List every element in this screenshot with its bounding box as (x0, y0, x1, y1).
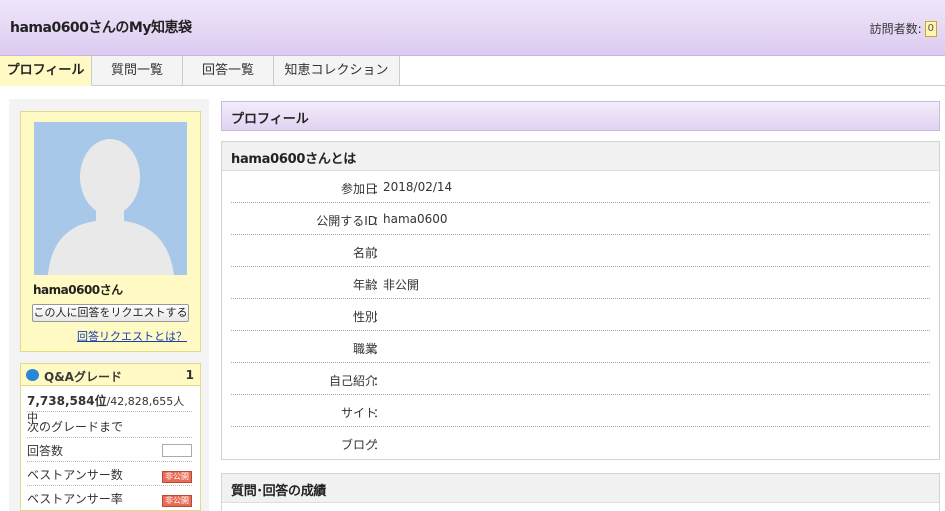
profile-row-name: 名前 ： (231, 235, 930, 267)
row-label: 自己紹介 (328, 374, 377, 388)
lock-badge: 非公開 (162, 471, 192, 483)
row-value: 非公開 (383, 278, 420, 292)
default-avatar-icon (48, 139, 174, 275)
row-label: ブログ (340, 438, 377, 452)
grade-title: Q&Aグレード (44, 370, 122, 384)
answer-count-box (162, 444, 192, 457)
row-value: 2018/02/14 (383, 180, 453, 194)
row-separator: ： (373, 374, 386, 388)
qa-grade-box: Q&Aグレード 1 7,738,584位/42,828,655人中 次のグレード… (20, 363, 201, 511)
sidebar: hama0600さん この人に回答をリクエストする 回答リクエストとは？ Q&A… (9, 99, 209, 511)
best-answer-rate-row: ベストアンサー率 非公開 (27, 490, 192, 510)
results-panel: 質問･回答の成績 (221, 473, 940, 511)
profile-row-public-id: 公開するID ： hama0600 (231, 203, 930, 235)
tab-collections[interactable]: 知恵コレクション (274, 56, 400, 86)
profile-card: hama0600さん この人に回答をリクエストする 回答リクエストとは？ (20, 111, 201, 352)
profile-row-blog: ブログ ： (231, 427, 930, 459)
row-label: サイト (340, 406, 377, 420)
row-separator: ： (373, 310, 386, 324)
profile-rows: 参加日 ： 2018/02/14 公開するID ： hama0600 名前 ： … (222, 171, 939, 459)
request-answer-button[interactable]: この人に回答をリクエストする (32, 304, 189, 322)
about-header: hama0600さんとは (222, 142, 939, 171)
lock-badge: 非公開 (162, 495, 192, 507)
profile-row-age: 年齢 ： 非公開 (231, 267, 930, 299)
row-value: hama0600 (383, 212, 448, 226)
section-title: プロフィール (231, 112, 309, 127)
results-title: 質問･回答の成績 (231, 484, 327, 499)
best-answer-rate-label: ベストアンサー率 (27, 492, 123, 506)
section-title-bar: プロフィール (221, 101, 940, 131)
about-panel: hama0600さんとは 参加日 ： 2018/02/14 公開するID ： h… (221, 141, 940, 460)
visitor-counter: 訪問者数: 0 (870, 20, 937, 37)
about-title: hama0600さんとは (231, 152, 356, 167)
tab-questions[interactable]: 質問一覧 (92, 56, 183, 86)
grade-header: Q&Aグレード 1 (21, 364, 200, 386)
next-grade-row: 次のグレードまで (27, 418, 192, 438)
visitor-count: 0 (924, 20, 937, 37)
grade-rank-row: 7,738,584位/42,828,655人中 (27, 392, 192, 424)
profile-row-bio: 自己紹介 ： (231, 363, 930, 395)
username: hama0600さん (33, 283, 123, 297)
grade-rank: 7,738,584位 (27, 394, 107, 408)
profile-row-gender: 性別 ： (231, 299, 930, 331)
visitor-label: 訪問者数: (869, 22, 922, 36)
row-separator: ： (373, 406, 386, 420)
row-separator: ： (373, 438, 386, 452)
avatar (34, 122, 187, 275)
tab-answers[interactable]: 回答一覧 (183, 56, 274, 86)
profile-row-join-date: 参加日 ： 2018/02/14 (231, 171, 930, 203)
page-title: hama0600さんのMy知恵袋 (10, 20, 192, 36)
grade-value: 1 (185, 368, 194, 382)
row-separator: ： (373, 342, 386, 356)
profile-row-site: サイト ： (231, 395, 930, 427)
next-grade-label: 次のグレードまで (27, 420, 124, 434)
page-header: hama0600さんのMy知恵袋 訪問者数: 0 (0, 0, 945, 56)
tab-bar: プロフィール 質問一覧 回答一覧 知恵コレクション (0, 56, 945, 86)
request-info-link[interactable]: 回答リクエストとは？ (77, 328, 187, 344)
best-answer-count-row: ベストアンサー数 非公開 (27, 466, 192, 486)
answer-count-row: 回答数 (27, 442, 192, 462)
results-header: 質問･回答の成績 (222, 474, 939, 503)
speech-bubble-icon (26, 369, 39, 381)
row-label: 参加日 (340, 182, 377, 196)
best-answer-count-label: ベストアンサー数 (27, 468, 123, 482)
row-separator: ： (373, 246, 386, 260)
tab-profile[interactable]: プロフィール (0, 56, 92, 86)
profile-row-occupation: 職業 ： (231, 331, 930, 363)
row-label: 公開するID (316, 214, 377, 228)
answer-count-label: 回答数 (27, 444, 64, 458)
